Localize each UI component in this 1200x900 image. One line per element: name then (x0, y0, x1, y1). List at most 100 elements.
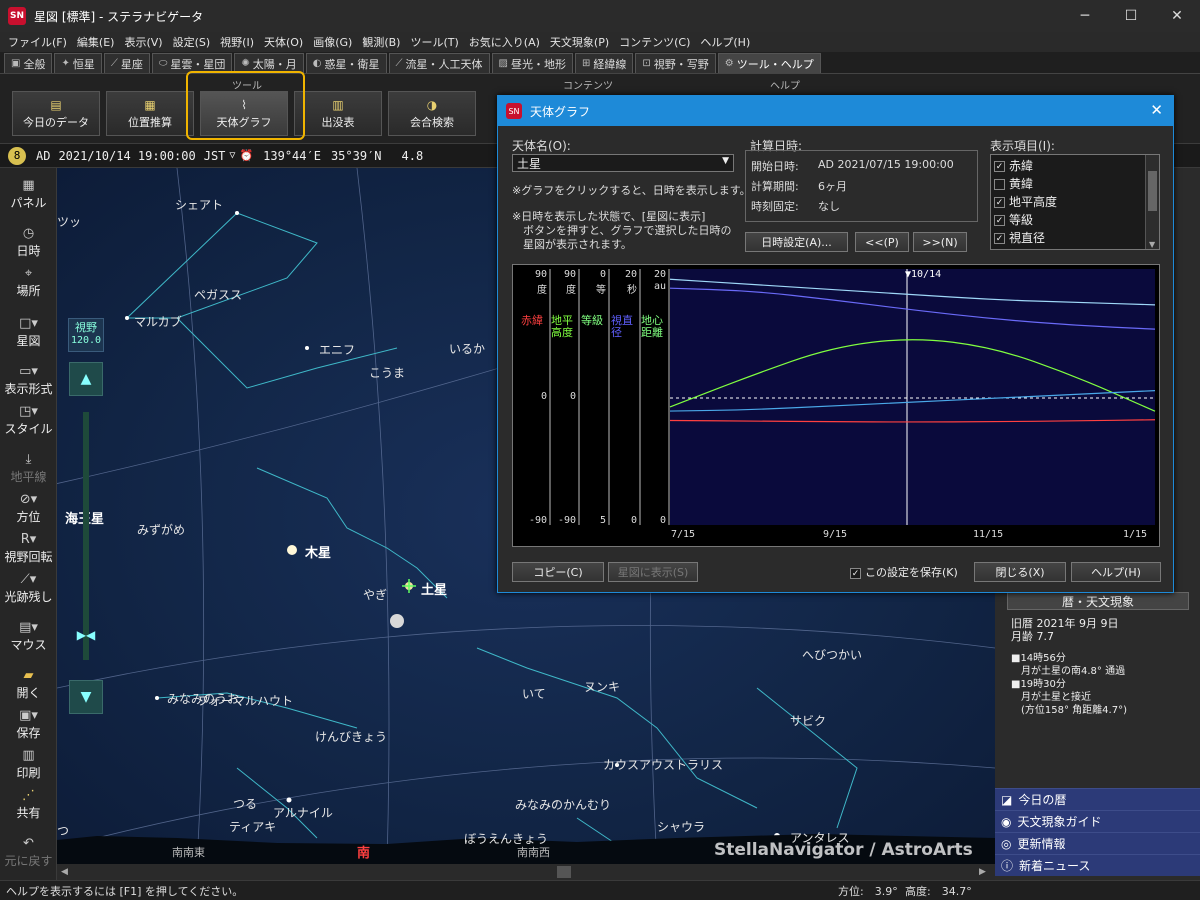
item-ecliptic-latitude[interactable]: 黄緯 (994, 175, 1033, 192)
close-window-button[interactable]: ✕ (1154, 0, 1200, 32)
sidebar-item-display[interactable]: ▭▾ 表示形式 (0, 364, 57, 397)
sidebar-item-panel[interactable]: ▦ パネル (0, 178, 57, 211)
sidebar-item-horizon[interactable]: ⤓ 地平線 (0, 452, 57, 485)
tab-nebulae[interactable]: ⬭ 星雲・星団 (151, 53, 233, 73)
sidebar-item-location[interactable]: ⌖ 場所 (0, 266, 57, 299)
sidebar-item-save[interactable]: ▣▾ 保存 (0, 708, 57, 741)
tab-tools-help[interactable]: ⚙ ツール・ヘルプ (717, 53, 821, 73)
jupiter-marker[interactable] (287, 545, 297, 555)
sidebar-item-datetime[interactable]: ◷ 日時 (0, 226, 57, 259)
menu-phenomena[interactable]: 天文現象(P) (550, 34, 609, 50)
tab-constellations[interactable]: ⟋ 星座 (103, 53, 150, 73)
next-button[interactable]: >>(N) (913, 232, 967, 252)
minimize-button[interactable]: ─ (1062, 0, 1108, 32)
menu-file[interactable]: ファイル(F) (8, 34, 67, 50)
latitude-value[interactable]: 35°39′N (331, 149, 382, 163)
menu-object[interactable]: 天体(O) (264, 34, 303, 50)
zoom-slider-track[interactable] (83, 412, 89, 660)
item-magnitude[interactable]: ✓ 等級 (994, 211, 1033, 228)
checkbox-checked-icon[interactable]: ✓ (850, 567, 861, 579)
dialog-close-icon[interactable]: ✕ (1150, 101, 1163, 119)
horizontal-scrollbar[interactable]: ◀ ▶ (57, 864, 995, 880)
star[interactable] (125, 316, 129, 320)
maximize-button[interactable]: ☐ (1108, 0, 1154, 32)
tab-planets[interactable]: ◐ 惑星・衛星 (305, 53, 387, 73)
longitude-value[interactable]: 139°44′E (263, 149, 321, 163)
tab-general[interactable]: ▣ 全般 (4, 53, 53, 73)
menu-contents[interactable]: コンテンツ(C) (619, 34, 690, 50)
dialog-help-button[interactable]: ヘルプ(H) (1071, 562, 1161, 582)
sidebar-item-print[interactable]: ▥ 印刷 (0, 748, 57, 781)
tab-meteors[interactable]: ⟋ 流星・人工天体 (388, 53, 490, 73)
checkbox-checked-icon[interactable]: ✓ (994, 215, 1005, 226)
menu-help[interactable]: ヘルプ(H) (700, 34, 750, 50)
menu-image[interactable]: 画像(G) (313, 34, 352, 50)
tab-daylight[interactable]: ▨ 昼光・地形 (491, 53, 573, 73)
copy-button[interactable]: コピー(C) (512, 562, 604, 582)
prev-button[interactable]: <<(P) (855, 232, 909, 252)
scroll-down-icon[interactable]: ▼ (1149, 240, 1155, 249)
star[interactable] (305, 346, 309, 350)
moon-marker[interactable] (390, 614, 404, 628)
sidebar-item-chart[interactable]: □▾ 星図 (0, 316, 57, 349)
update-info-group[interactable]: ◎ 更新情報 (995, 832, 1200, 854)
scroll-left-icon[interactable]: ◀ (61, 867, 68, 877)
moon-phase-icon[interactable]: 8 (8, 146, 26, 165)
menu-view[interactable]: 表示(V) (124, 34, 162, 50)
jupiter-label[interactable]: 木星 (305, 542, 331, 561)
news-group[interactable]: ⓘ 新着ニュース (995, 854, 1200, 876)
dialog-close-button[interactable]: 閉じる(X) (974, 562, 1066, 582)
item-declination[interactable]: ✓ 赤緯 (994, 157, 1033, 174)
datetime-settings-button[interactable]: 日時設定(A)... (745, 232, 848, 252)
graph-svg[interactable] (513, 265, 1159, 546)
tab-sun-moon[interactable]: ✺ 太陽・月 (234, 53, 304, 73)
star[interactable] (286, 797, 292, 803)
zoom-in-button[interactable]: ▲ (69, 362, 103, 396)
tab-fov[interactable]: ⊡ 視野・写野 (635, 53, 716, 73)
menu-fov[interactable]: 視野(I) (220, 34, 254, 50)
zoom-slider-thumb[interactable]: ▶◀ (69, 628, 103, 642)
conjunction-search-button[interactable]: ◑ 会合検索 (388, 91, 476, 136)
chevron-down-icon[interactable]: ▼ (722, 156, 729, 166)
tab-grid[interactable]: ⊞ 経緯線 (574, 53, 634, 73)
fov-indicator[interactable]: 視野 120.0 (68, 318, 104, 352)
sidebar-item-open[interactable]: ▰ 開く (0, 668, 57, 701)
sidebar-item-share[interactable]: ⋰ 共有 (0, 788, 57, 821)
menu-observe[interactable]: 観測(B) (362, 34, 400, 50)
scroll-thumb[interactable] (557, 866, 571, 878)
list-scroll-thumb[interactable] (1148, 171, 1157, 211)
calendar-section-header[interactable]: 暦・天文現象 (1007, 592, 1189, 610)
checkbox-checked-icon[interactable]: ✓ (994, 161, 1005, 172)
menu-tools[interactable]: ツール(T) (410, 34, 458, 50)
tab-stars[interactable]: ✦ 恒星 (54, 53, 102, 73)
zoom-out-button[interactable]: ▼ (69, 680, 103, 714)
rise-set-table-button[interactable]: ▥ 出没表 (294, 91, 382, 136)
sidebar-item-mouse[interactable]: ▤▾ マウス (0, 620, 57, 653)
timezone-label[interactable]: JST (204, 149, 226, 163)
datetime-value[interactable]: 2021/10/14 19:00:00 (58, 149, 195, 163)
item-apparent-diameter[interactable]: ✓ 視直径 (994, 229, 1045, 246)
saturn-label[interactable]: 土星 (421, 579, 447, 598)
today-data-button[interactable]: ▤ 今日のデータ (12, 91, 100, 136)
save-settings-checkbox[interactable]: ✓ この設定を保存(K) (850, 564, 958, 580)
sidebar-item-trail[interactable]: ⟋▾ 光跡残し (0, 572, 57, 605)
checkbox-checked-icon[interactable]: ✓ (994, 233, 1005, 244)
object-name-select[interactable]: 土星 ▼ (512, 154, 734, 172)
checkbox-unchecked-icon[interactable] (994, 179, 1005, 190)
star[interactable] (235, 211, 239, 215)
show-on-chart-button[interactable]: 星図に表示(S) (608, 562, 698, 582)
menu-settings[interactable]: 設定(S) (173, 34, 211, 50)
sidebar-item-rotate[interactable]: R▾ 視野回転 (0, 532, 57, 565)
phenomena-guide-group[interactable]: ◉ 天文現象ガイド (995, 810, 1200, 832)
sidebar-item-undo[interactable]: ↶ 元に戻す (0, 836, 57, 869)
scroll-right-icon[interactable]: ▶ (979, 867, 986, 877)
star[interactable] (155, 696, 159, 700)
position-calc-button[interactable]: ▦ 位置推算 (106, 91, 194, 136)
checkbox-checked-icon[interactable]: ✓ (994, 197, 1005, 208)
today-calendar-group[interactable]: ◪ 今日の暦 (995, 788, 1200, 810)
item-altitude[interactable]: ✓ 地平高度 (994, 193, 1057, 210)
menu-favorites[interactable]: お気に入り(A) (469, 34, 540, 50)
menu-edit[interactable]: 編集(E) (77, 34, 115, 50)
sidebar-item-direction[interactable]: ⊘▾ 方位 (0, 492, 57, 525)
alarm-clock-icon[interactable]: ⏰ (239, 149, 253, 162)
